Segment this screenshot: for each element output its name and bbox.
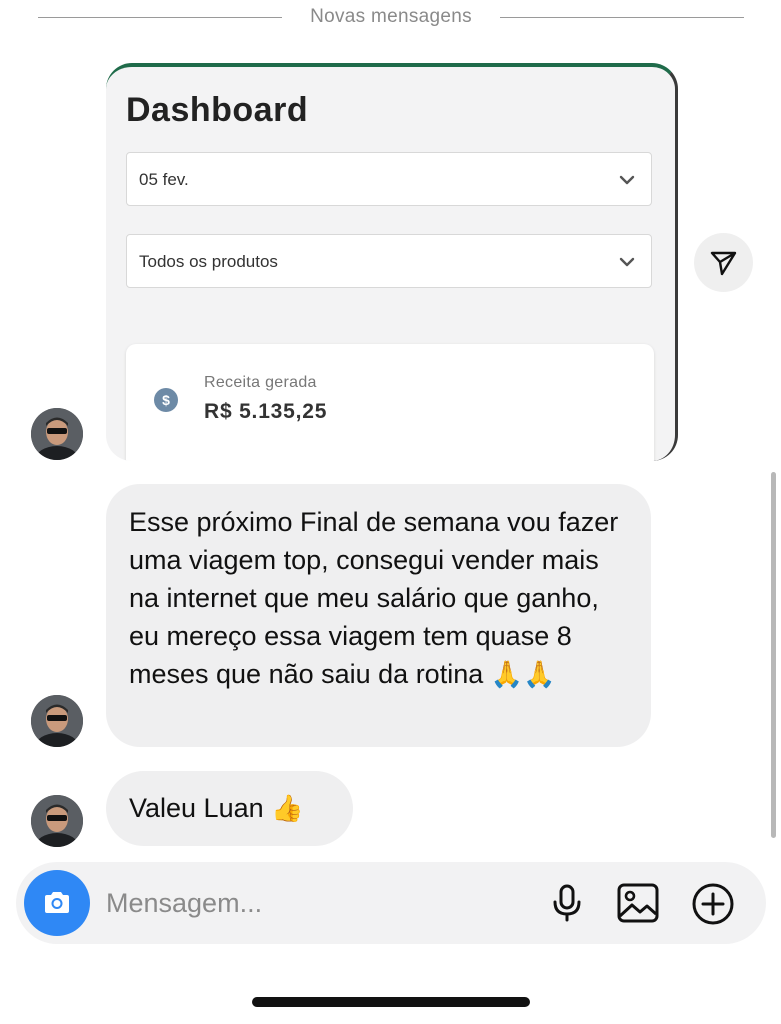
message-composer xyxy=(16,862,766,944)
shared-image-message[interactable]: Dashboard 05 fev. Todos os produtos $ Re… xyxy=(106,63,678,461)
message-input[interactable] xyxy=(106,884,526,922)
revenue-label: Receita gerada xyxy=(204,374,317,391)
gallery-icon[interactable] xyxy=(616,882,660,929)
avatar[interactable] xyxy=(31,695,83,747)
thumbs-up-emoji: 👍 xyxy=(271,794,304,824)
message-text: Valeu Luan xyxy=(129,793,264,823)
chevron-down-icon xyxy=(617,170,637,195)
dollar-coin-icon: $ xyxy=(154,388,178,412)
plus-circle-icon[interactable] xyxy=(690,882,736,931)
avatar[interactable] xyxy=(31,795,83,847)
message-bubble[interactable]: Valeu Luan 👍 xyxy=(106,771,353,846)
scrollbar[interactable] xyxy=(771,472,776,838)
folded-hands-emoji: 🙏🙏 xyxy=(490,660,556,690)
chevron-down-icon xyxy=(617,252,637,277)
revenue-value: R$ 5.135,25 xyxy=(204,400,328,423)
new-messages-divider: Novas mensagens xyxy=(0,0,781,36)
dashboard-title: Dashboard xyxy=(126,91,309,129)
date-select-value: 05 fev. xyxy=(139,170,189,189)
divider-line-right xyxy=(500,17,744,18)
revenue-card: $ Receita gerada R$ 5.135,25 xyxy=(126,344,654,461)
avatar[interactable] xyxy=(31,408,83,460)
microphone-icon[interactable] xyxy=(546,882,588,929)
product-select: Todos os produtos xyxy=(126,234,652,288)
camera-button[interactable] xyxy=(24,870,90,936)
divider-line-left xyxy=(38,17,282,18)
product-select-value: Todos os produtos xyxy=(139,252,278,271)
date-select: 05 fev. xyxy=(126,152,652,206)
home-indicator[interactable] xyxy=(252,997,530,1007)
message-bubble[interactable]: Esse próximo Final de semana vou fazer u… xyxy=(106,484,651,747)
share-button[interactable] xyxy=(694,233,753,292)
divider-label: Novas mensagens xyxy=(310,6,472,27)
